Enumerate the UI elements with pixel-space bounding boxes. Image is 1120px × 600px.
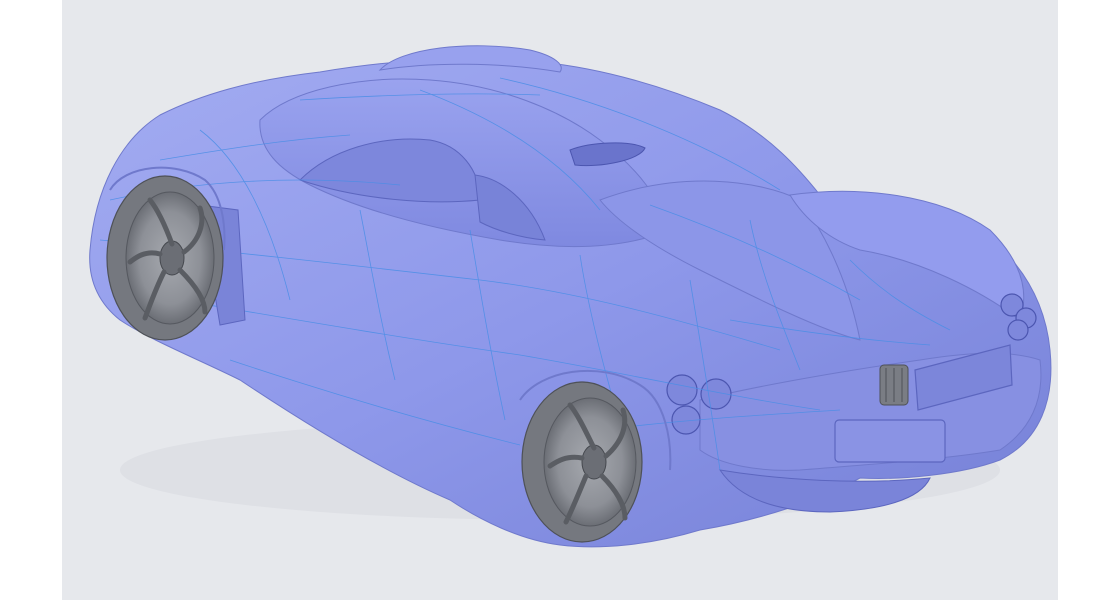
3d-viewport[interactable] (62, 0, 1058, 600)
exhaust-cluster (880, 365, 908, 405)
front-wheel (107, 176, 223, 340)
license-plate-recess (835, 420, 945, 462)
rear-wheel (522, 382, 642, 542)
page (0, 0, 1120, 600)
car-model-render (62, 0, 1058, 600)
